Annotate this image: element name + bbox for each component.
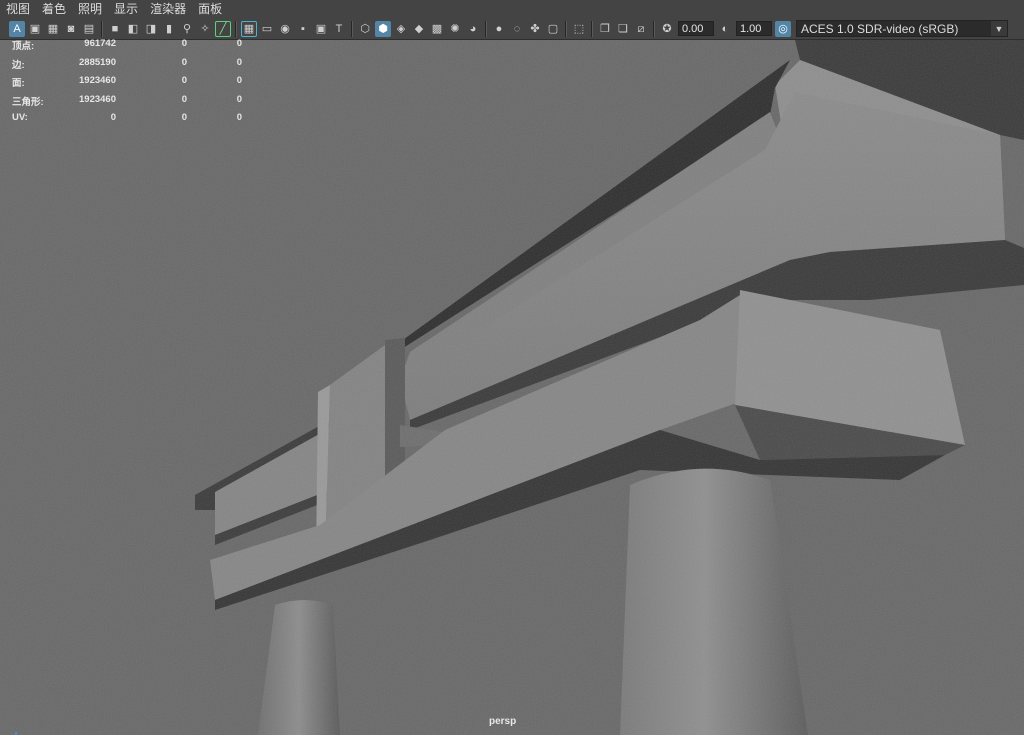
- gamma-icon[interactable]: ◐: [717, 21, 733, 37]
- hud-label: 面:: [12, 78, 25, 89]
- toolbar-divider: [653, 20, 655, 37]
- hud-value: 0: [110, 112, 116, 123]
- hud-row-uvs: UV: 0 0 0: [12, 112, 242, 131]
- hud-value: 0: [181, 112, 187, 123]
- axis-gizmo-icon: [15, 732, 17, 735]
- exposure-icon[interactable]: ✪: [659, 21, 675, 37]
- xray-active-icon[interactable]: ❐: [597, 21, 613, 37]
- image-plane-icon[interactable]: ◙: [63, 21, 79, 37]
- hud-value: 0: [236, 38, 242, 49]
- gamma-field[interactable]: 1.00: [736, 21, 772, 36]
- hud-value: 1923460: [79, 75, 116, 86]
- isolate-select-icon[interactable]: ⬚: [571, 21, 587, 37]
- camera-lock-icon[interactable]: ◧: [125, 21, 141, 37]
- viewport-scene: [0, 40, 1024, 735]
- grease-pencil-icon[interactable]: ▤: [81, 21, 97, 37]
- film-gate-icon[interactable]: ▭: [259, 21, 275, 37]
- hud-value: 0: [236, 93, 242, 105]
- xray-joints-icon[interactable]: ❏: [615, 21, 631, 37]
- hud-value: 0: [181, 56, 187, 68]
- color-space-value: ACES 1.0 SDR-video (sRGB): [801, 22, 959, 36]
- backface-culling-icon[interactable]: ⧄: [633, 21, 649, 37]
- menu-renderer[interactable]: 渲染器: [144, 0, 192, 18]
- toolbar-divider: [351, 20, 353, 37]
- 3d-viewport[interactable]: [0, 40, 1024, 735]
- use-default-material-icon[interactable]: ▩: [429, 21, 445, 37]
- chevron-down-icon[interactable]: ▼: [991, 21, 1007, 36]
- anti-alias-icon[interactable]: ✤: [527, 21, 543, 37]
- hud-value: 0: [236, 112, 242, 123]
- hud-value: 0: [236, 75, 242, 86]
- menu-show[interactable]: 显示: [108, 0, 144, 18]
- resolution-gate-icon[interactable]: ◉: [277, 21, 293, 37]
- hud-value: 1923460: [79, 93, 116, 105]
- toolbar-divider: [485, 20, 487, 37]
- bookmark-icon[interactable]: ▦: [45, 21, 61, 37]
- smooth-shade-icon[interactable]: ⬢: [375, 20, 391, 37]
- hud-value: 0: [236, 56, 242, 68]
- pin-icon[interactable]: ▮: [161, 21, 177, 37]
- select-camera-icon[interactable]: A: [9, 20, 25, 37]
- shadows-icon[interactable]: ◕: [465, 21, 481, 37]
- hud-row-triangles: 三角形: 1923460 0 0: [12, 94, 242, 113]
- motion-blur-icon[interactable]: ◌: [509, 21, 525, 37]
- wireframe-icon[interactable]: ⬡: [357, 21, 373, 37]
- menu-panels[interactable]: 面板: [192, 0, 228, 18]
- panel-menubar: 视图 着色 照明 显示 渲染器 面板: [0, 0, 1024, 18]
- safe-title-icon[interactable]: T: [331, 21, 347, 37]
- camera-icon[interactable]: ■: [107, 21, 123, 37]
- panel-toolbar: A ▣ ▦ ◙ ▤ ■ ◧ ◨ ▮ ⚲ ✧ ╱ ▦ ▭ ◉ ▪ ▣ T ⬡ ⬢ …: [0, 18, 1024, 40]
- toolbar-divider: [235, 20, 237, 37]
- toolbar-divider: [591, 20, 593, 37]
- 2d-pan-icon[interactable]: ✧: [197, 21, 213, 37]
- xray-icon[interactable]: ◆: [411, 21, 427, 37]
- exposure-field[interactable]: 0.00: [678, 21, 714, 36]
- grid-icon[interactable]: ▦: [241, 20, 257, 37]
- hud-value: 0: [181, 93, 187, 105]
- hud-label: 边:: [12, 59, 25, 71]
- ambient-occlusion-icon[interactable]: ●: [491, 21, 507, 37]
- poly-count-hud: 顶点: 961742 0 0 边: 2885190 0 0 面: 1923460…: [12, 38, 242, 131]
- hud-label: UV:: [12, 112, 28, 123]
- toolbar-divider: [565, 20, 567, 37]
- gate-mask-icon[interactable]: ▪: [295, 21, 311, 37]
- lights-icon[interactable]: ✺: [447, 21, 463, 37]
- depth-of-field-icon[interactable]: ▢: [545, 21, 561, 37]
- field-chart-icon[interactable]: ▣: [313, 21, 329, 37]
- toolbar-divider: [101, 20, 103, 37]
- grease-pencil-active-icon[interactable]: ╱: [215, 20, 231, 37]
- hud-value: 2885190: [79, 56, 116, 68]
- hud-row-edges: 边: 2885190 0 0: [12, 57, 242, 76]
- color-space-dropdown[interactable]: ACES 1.0 SDR-video (sRGB) ▼: [796, 20, 1008, 38]
- hud-row-faces: 面: 1923460 0 0: [12, 75, 242, 94]
- color-management-icon[interactable]: ◎: [775, 20, 791, 37]
- wireframe-on-shaded-icon[interactable]: ◈: [393, 21, 409, 37]
- camera-sync-icon[interactable]: ◨: [143, 21, 159, 37]
- hud-row-vertices: 顶点: 961742 0 0: [12, 38, 242, 57]
- pan-zoom-icon[interactable]: ⚲: [179, 21, 195, 37]
- hud-value: 0: [181, 75, 187, 86]
- hud-label: 顶点:: [12, 41, 35, 52]
- menu-shading[interactable]: 着色: [36, 0, 72, 18]
- hud-label: 三角形:: [12, 96, 44, 108]
- menu-lighting[interactable]: 照明: [72, 0, 108, 18]
- camera-name-label: persp: [489, 716, 517, 727]
- hud-value: 0: [181, 38, 187, 49]
- camera-attributes-icon[interactable]: ▣: [27, 21, 43, 37]
- menu-view[interactable]: 视图: [0, 0, 36, 18]
- hud-value: 961742: [84, 38, 116, 49]
